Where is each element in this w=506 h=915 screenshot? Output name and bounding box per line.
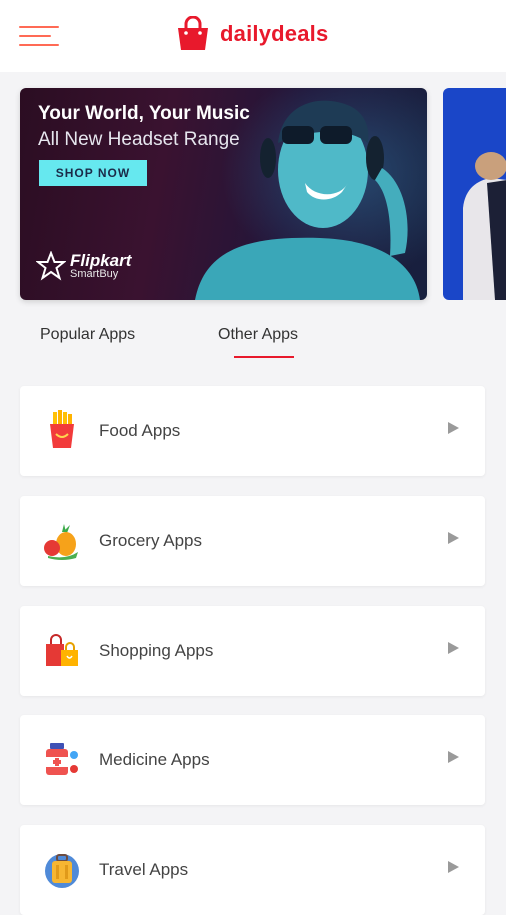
shop-now-button[interactable]: SHOP NOW [39,160,147,186]
active-tab-indicator [234,356,294,358]
promo-carousel[interactable]: Your World, Your Music All New Headset R… [0,88,506,300]
brand-name: dailydeals [220,21,329,46]
flipkart-sub: SmartBuy [70,268,119,280]
tab-other-apps[interactable]: Other Apps [218,326,298,344]
flipkart-name: Flipkart [70,251,132,270]
french-fries-icon [50,410,74,448]
category-label: Medicine Apps [99,750,210,769]
next-promo-banner[interactable] [443,88,506,300]
arrow-right-icon [448,751,459,763]
category-label: Shopping Apps [99,641,214,660]
banner-person-image-2 [463,152,506,300]
fruits-icon [44,524,78,560]
app-header: dailydeals [0,0,506,72]
category-label: Grocery Apps [99,531,202,550]
tab-popular-apps[interactable]: Popular Apps [40,326,135,344]
promo-banner[interactable]: Your World, Your Music All New Headset R… [20,88,427,300]
flipkart-star-icon [36,251,66,281]
banner-title: Your World, Your Music [38,103,250,124]
shopping-bag-icon [178,16,208,50]
banner-subtitle: All New Headset Range [38,129,240,150]
arrow-right-icon [448,642,459,654]
hamburger-menu-icon[interactable] [19,24,59,48]
arrow-right-icon [448,861,459,873]
arrow-right-icon [448,532,459,544]
flipkart-smartbuy-logo: Flipkart SmartBuy [36,251,131,281]
category-card-food[interactable]: Food Apps [20,386,485,476]
category-card-grocery[interactable]: Grocery Apps [20,496,485,586]
medicine-icon [46,743,78,775]
app-tabs: Popular Apps Other Apps [0,316,506,366]
category-label: Food Apps [99,421,181,440]
luggage-icon [45,854,79,888]
shopping-bags-icon [46,634,78,666]
category-card-travel[interactable]: Travel Apps [20,825,485,915]
brand-logo[interactable]: dailydeals [176,14,328,54]
arrow-right-icon [448,422,459,434]
category-card-medicine[interactable]: Medicine Apps [20,715,485,805]
category-label: Travel Apps [99,860,189,879]
category-card-shopping[interactable]: Shopping Apps [20,606,485,696]
